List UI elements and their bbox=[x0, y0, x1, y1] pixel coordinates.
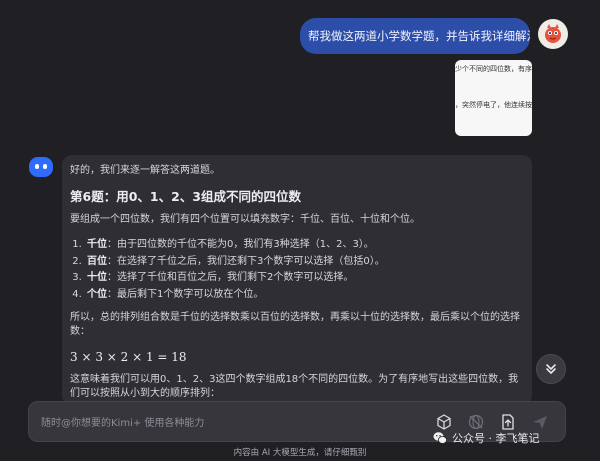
user-avatar[interactable] bbox=[538, 19, 568, 49]
answer-paragraph: 要组成一个四位数，我们有四个位置可以填充数字：千位、百位、十位和个位。 bbox=[70, 214, 420, 225]
chevron-double-down-icon bbox=[546, 364, 556, 374]
list-item: 十位：选择了千位和百位之后，我们剩下2个数字可以选择。 bbox=[85, 270, 528, 287]
answer-equation: 3 × 3 × 2 × 1 = 18 bbox=[70, 350, 187, 364]
assistant-message-content: 好的，我们来逐一解答这两道题。 第6题：用0、1、2、3组成不同的四位数 要组成… bbox=[70, 164, 528, 401]
steps-list: 千位：由于四位数的千位不能为0，我们有3种选择（1、2、3）。 百位：在选择了千… bbox=[70, 237, 528, 303]
bot-face-icon bbox=[29, 157, 53, 177]
watermark-text: 公众号 · 李飞笔记 bbox=[452, 432, 540, 445]
user-message-bubble: 帮我做这两道小学数学题，并告诉我详细解法。 bbox=[300, 18, 530, 54]
assistant-message-bubble: 好的，我们来逐一解答这两道题。 第6题：用0、1、2、3组成不同的四位数 要组成… bbox=[62, 155, 532, 405]
step-text: ：选择了千位和百位之后，我们剩下2个数字可以选择。 bbox=[107, 272, 354, 283]
answer-intro: 好的，我们来逐一解答这两道题。 bbox=[70, 165, 220, 176]
scroll-to-bottom-button[interactable] bbox=[536, 354, 566, 384]
step-label: 千位 bbox=[87, 239, 107, 250]
step-text: ：最后剩下1个数字可以放在个位。 bbox=[107, 288, 264, 300]
answer-heading: 第6题：用0、1、2、3组成不同的四位数 bbox=[70, 189, 301, 204]
step-text: ：由于四位数的千位不能为0，我们有3种选择（1、2、3）。 bbox=[107, 239, 374, 250]
list-item: 个位：最后剩下1个数字可以放在个位。 bbox=[85, 287, 528, 304]
list-item: 千位：由于四位数的千位不能为0，我们有3种选择（1、2、3）。 bbox=[85, 237, 528, 254]
wechat-watermark: 公众号 · 李飞笔记 bbox=[432, 428, 540, 448]
attachment-text-line: ，突然停电了，他连续按 bbox=[455, 101, 532, 109]
answer-paragraph: 所以，总的排列组合数是千位的选择数乘以百位的选择数，再乘以十位的选择数，最后乘以… bbox=[70, 312, 520, 337]
step-label: 百位 bbox=[87, 255, 107, 267]
list-item: 百位：在选择了千位之后，我们还剩下3个数字可以选择（包括0）。 bbox=[85, 254, 528, 271]
attached-image-thumbnail[interactable]: 少个不同的四位数，有序 ，突然停电了，他连续按 bbox=[455, 60, 532, 136]
answer-paragraph: 这意味着我们可以用0、1、2、3这四个数字组成18个不同的四位数。为了有序地写出… bbox=[70, 374, 519, 399]
step-label: 十位 bbox=[87, 272, 107, 283]
ai-disclaimer: 内容由 AI 大模型生成，请仔细甄别 bbox=[233, 448, 367, 458]
chat-input[interactable] bbox=[39, 413, 373, 433]
wechat-icon bbox=[433, 432, 448, 444]
step-label: 个位 bbox=[87, 288, 107, 300]
user-message-text: 帮我做这两道小学数学题，并告诉我详细解法。 bbox=[308, 29, 530, 43]
attachment-text-line: 少个不同的四位数，有序 bbox=[455, 65, 532, 73]
avatar-dragon-icon bbox=[545, 24, 561, 43]
step-text: ：在选择了千位之后，我们还剩下3个数字可以选择（包括0）。 bbox=[107, 255, 385, 267]
